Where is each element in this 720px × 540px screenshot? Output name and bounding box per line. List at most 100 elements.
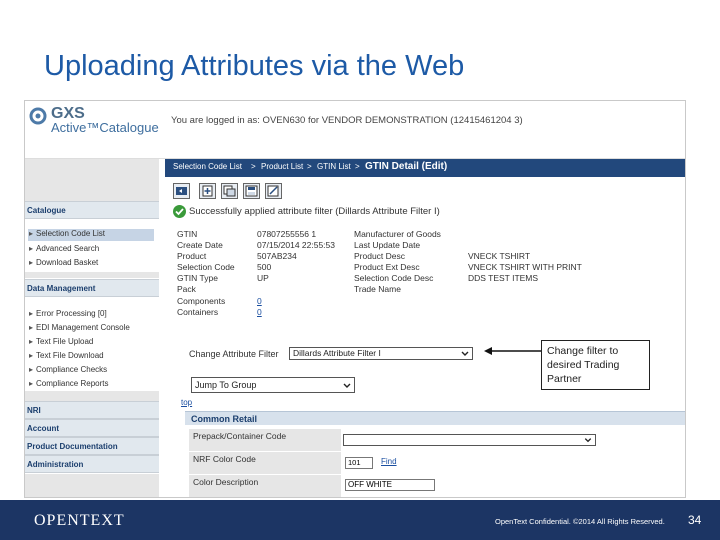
detail-label-gtin: GTIN (177, 229, 198, 239)
attribute-group-title: Common Retail (191, 414, 258, 424)
triangle-right-icon: ▸ (29, 365, 34, 374)
sidebar-item-advanced-search[interactable]: ▸ Advanced Search (29, 244, 99, 253)
save-icon (245, 185, 258, 197)
callout-arrow-icon (484, 347, 542, 355)
edit-doc-icon (267, 185, 279, 197)
sidebar-item-text-file-upload[interactable]: ▸ Text File Upload (29, 337, 93, 346)
back-button[interactable] (173, 183, 190, 199)
detail-label-create-date: Create Date (177, 240, 223, 250)
detail-value-gtin-type: UP (257, 273, 269, 283)
breadcrumb-current: GTIN Detail (Edit) (365, 161, 448, 172)
detail-label-selection-code-desc: Selection Code Desc (354, 273, 434, 283)
success-message: Successfully applied attribute filter (D… (171, 205, 681, 219)
triangle-right-icon: ▸ (29, 309, 34, 318)
sidebar-spacer (25, 298, 159, 304)
triangle-right-icon: ▸ (29, 351, 34, 360)
footer-confidential: OpenText Confidential. ©2014 All Rights … (495, 517, 665, 526)
sidebar-head-label: NRI (27, 406, 41, 415)
sidebar-head-label: Catalogue (27, 206, 66, 215)
detail-link-components[interactable]: 0 (257, 296, 262, 306)
find-link[interactable]: Find (381, 457, 397, 466)
triangle-right-icon: ▸ (29, 244, 34, 253)
back-arrow-icon (176, 187, 187, 195)
sidebar-head-administration[interactable]: Administration (25, 455, 159, 473)
callout-box: Change filter to desired Trading Partner (541, 340, 650, 390)
filter-selected-value: Dillards Attribute Filter I (293, 348, 381, 358)
sidebar-item-compliance-reports[interactable]: ▸ Compliance Reports (29, 379, 109, 388)
sidebar-item-text-file-download[interactable]: ▸ Text File Download (29, 351, 104, 360)
sidebar-item-selection-code-list[interactable]: ▸ Selection Code List (28, 229, 154, 241)
sidebar-head-label: Administration (27, 460, 84, 469)
attribute-filter-select[interactable]: Dillards Attribute Filter I (289, 347, 473, 360)
sidebar-head-catalogue[interactable]: Catalogue (25, 201, 159, 219)
breadcrumb-sep: > (307, 162, 312, 171)
copy-icon (223, 185, 236, 197)
sidebar-item-label: Error Processing [0] (36, 309, 107, 318)
chevron-down-icon (343, 383, 351, 388)
detail-label-product-ext-desc: Product Ext Desc (354, 262, 420, 272)
add-doc-icon (202, 185, 213, 197)
app-screenshot: GXS Active™Catalogue You are logged in a… (24, 100, 686, 498)
filter-label: Change Attribute Filter (189, 349, 279, 359)
gxs-logo[interactable]: GXS Active™Catalogue (29, 105, 164, 145)
sidebar-item-label: Download Basket (36, 258, 99, 267)
sidebar-item-label: Compliance Checks (36, 365, 108, 374)
logo-product: Active™Catalogue (51, 120, 159, 135)
detail-value-selection-code-desc: DDS TEST ITEMS (468, 273, 539, 283)
nrf-color-code-input[interactable]: 101 (345, 457, 373, 469)
chevron-down-icon (461, 351, 469, 356)
sidebar-head-product-documentation[interactable]: Product Documentation (25, 437, 159, 455)
breadcrumb: Selection Code List > Product List > GTI… (165, 159, 685, 177)
sidebar-head-account[interactable]: Account (25, 419, 159, 437)
triangle-right-icon: ▸ (29, 258, 34, 267)
color-description-input[interactable]: OFF WHITE (345, 479, 435, 491)
detail-label-selection-code: Selection Code (177, 262, 235, 272)
detail-value-selection-code: 500 (257, 262, 272, 272)
sidebar-item-compliance-checks[interactable]: ▸ Compliance Checks (29, 365, 107, 374)
breadcrumb-product-list[interactable]: Product List (261, 162, 303, 171)
breadcrumb-gtin-list[interactable]: GTIN List (317, 162, 351, 171)
top-link[interactable]: top (181, 398, 192, 407)
breadcrumb-selection-code-list[interactable]: Selection Code List (173, 162, 242, 171)
sidebar-head-data-management[interactable]: Data Management (25, 279, 159, 297)
sidebar-spacer (25, 159, 159, 201)
sidebar-item-label: Selection Code List (36, 229, 105, 238)
edit-button[interactable] (265, 183, 282, 199)
sidebar-spacer (25, 391, 159, 401)
detail-label-product: Product (177, 251, 207, 261)
detail-label-containers: Containers (177, 307, 219, 317)
attribute-label: NRF Color Code (193, 454, 256, 464)
prepack-container-select[interactable] (343, 434, 596, 446)
jump-to-group-select[interactable]: Jump To Group (191, 377, 355, 393)
detail-label-pack: Pack (177, 284, 196, 294)
slide-title: Uploading Attributes via the Web (44, 50, 465, 82)
jump-selected-value: Jump To Group (195, 380, 257, 390)
detail-link-containers[interactable]: 0 (257, 307, 262, 317)
sidebar: Catalogue ▸ Selection Code List ▸ Advanced… (25, 159, 159, 497)
success-text: Successfully applied attribute filter (D… (189, 206, 440, 217)
app-header: GXS Active™Catalogue You are logged in a… (25, 101, 685, 159)
triangle-right-icon: ▸ (29, 229, 34, 238)
copy-button[interactable] (221, 183, 238, 199)
detail-value-product: 507AB234 (257, 251, 297, 261)
save-button[interactable] (243, 183, 260, 199)
chevron-down-icon (584, 438, 592, 443)
sidebar-item-download-basket[interactable]: ▸ Download Basket (29, 258, 98, 267)
slide: Uploading Attributes via the Web GXS Act… (0, 0, 720, 540)
attribute-row-color-desc: Color Description (189, 475, 341, 497)
opentext-logo: OPENTEXT (34, 512, 125, 529)
sidebar-item-error-processing[interactable]: ▸ Error Processing [0] (29, 309, 107, 318)
attribute-row-prepack: Prepack/Container Code (189, 429, 341, 451)
sidebar-head-nri[interactable]: NRI (25, 401, 159, 419)
detail-label-last-update: Last Update Date (354, 240, 421, 250)
sidebar-head-label: Account (27, 424, 59, 433)
detail-label-manufacturer: Manufacturer of Goods (354, 229, 441, 239)
attribute-group-header: Common Retail (185, 411, 685, 425)
attribute-row-nrf-color: NRF Color Code (189, 452, 341, 474)
sidebar-head-label: Data Management (27, 284, 96, 293)
breadcrumb-sep: > (251, 162, 256, 171)
detail-label-product-desc: Product Desc (354, 251, 406, 261)
add-button[interactable] (199, 183, 216, 199)
sidebar-item-label: EDI Management Console (36, 323, 130, 332)
sidebar-item-edi-console[interactable]: ▸ EDI Management Console (29, 323, 130, 332)
